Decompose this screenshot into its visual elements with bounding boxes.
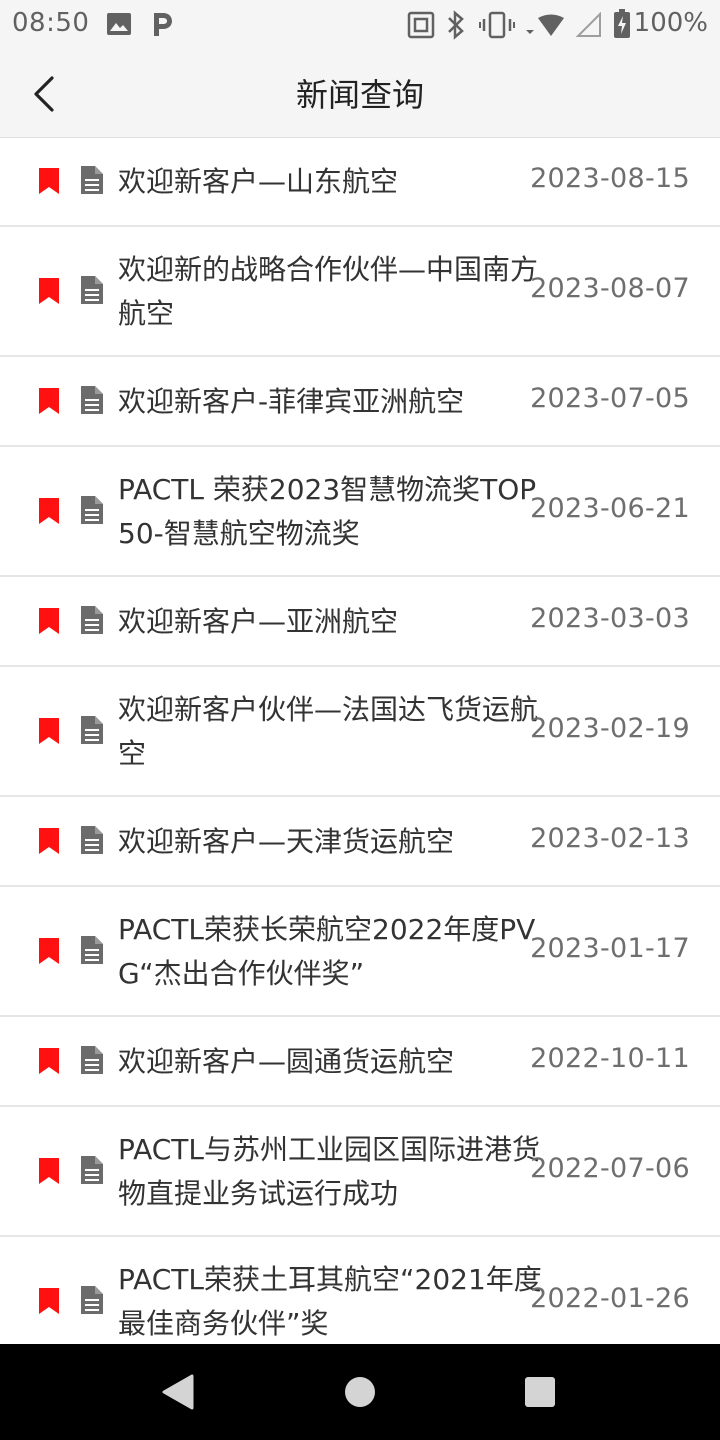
nfc-icon [407, 11, 435, 39]
news-date: 2023-01-17 [530, 933, 690, 964]
bookmark-icon [39, 388, 59, 414]
nav-recents-square-icon[interactable] [520, 1372, 560, 1412]
news-item[interactable]: 欢迎新客户—亚洲航空 2023-03-03 [0, 577, 720, 667]
document-icon [81, 166, 103, 194]
document-icon [81, 606, 103, 634]
document-icon [81, 386, 103, 414]
bookmark-icon [39, 938, 59, 964]
signal-icon [576, 12, 601, 37]
bookmark-icon [39, 828, 59, 854]
bookmark-icon [39, 1288, 59, 1314]
bookmark-icon [39, 1048, 59, 1074]
news-title: 欢迎新的战略合作伙伴—中国南方航空 [118, 253, 539, 330]
news-date: 2022-07-06 [530, 1153, 690, 1184]
page-title: 新闻查询 [295, 76, 424, 114]
news-item[interactable]: 欢迎新客户伙伴—法国达飞货运航空 2023-02-19 [0, 667, 720, 797]
news-date: 2023-03-03 [530, 603, 690, 634]
chevron-left-icon [34, 76, 54, 112]
news-date: 2023-08-15 [530, 163, 690, 194]
status-time: 08:50 [12, 8, 90, 38]
vibrate-icon [479, 11, 515, 39]
bluetooth-icon [448, 10, 464, 40]
document-icon [81, 276, 103, 304]
screen: 08:50 100% 新闻查询 欢迎新客户—山东航空 2023-08-15 欢迎… [0, 0, 720, 1440]
news-date: 2023-02-13 [530, 823, 690, 854]
document-icon [81, 1286, 103, 1314]
document-icon [81, 936, 103, 964]
battery-icon [614, 9, 630, 38]
wifi-icon [526, 14, 564, 36]
news-item[interactable]: 欢迎新的战略合作伙伴—中国南方航空 2023-08-07 [0, 227, 720, 357]
nav-home-circle-icon[interactable] [340, 1372, 380, 1412]
navigation-bar [0, 1344, 720, 1440]
battery-percentage: 100% [633, 8, 708, 38]
news-date: 2022-10-11 [530, 1043, 690, 1074]
news-item[interactable]: PACTL 荣获2023智慧物流奖TOP50-智慧航空物流奖 2023-06-21 [0, 447, 720, 577]
news-title: PACTL荣获土耳其航空“2021年度最佳商务伙伴”奖 [118, 1263, 542, 1340]
news-title: 欢迎新客户-菲律宾亚洲航空 [118, 385, 465, 418]
news-date: 2023-08-07 [530, 273, 690, 304]
document-icon [81, 496, 103, 524]
bookmark-icon [39, 498, 59, 524]
nav-back-triangle-icon[interactable] [158, 1372, 198, 1412]
news-title: PACTL荣获长荣航空2022年度PVG“杰出合作伙伴奖” [118, 913, 536, 990]
news-item[interactable]: PACTL荣获长荣航空2022年度PVG“杰出合作伙伴奖” 2023-01-17 [0, 887, 720, 1017]
news-title: 欢迎新客户伙伴—法国达飞货运航空 [118, 693, 539, 770]
status-bar: 08:50 100% [0, 0, 720, 50]
news-date: 2023-06-21 [530, 493, 690, 524]
news-item[interactable]: PACTL荣获土耳其航空“2021年度最佳商务伙伴”奖 2022-01-26 [0, 1237, 720, 1344]
p-icon [154, 13, 172, 36]
news-title: PACTL 荣获2023智慧物流奖TOP50-智慧航空物流奖 [118, 473, 537, 550]
back-button[interactable] [20, 68, 68, 118]
news-title: 欢迎新客户—天津货运航空 [118, 825, 455, 858]
bookmark-icon [39, 168, 59, 194]
document-icon [81, 716, 103, 744]
news-item[interactable]: PACTL与苏州工业园区国际进港货物直提业务试运行成功 2022-07-06 [0, 1107, 720, 1237]
news-item[interactable]: 欢迎新客户—圆通货运航空 2022-10-11 [0, 1017, 720, 1107]
bookmark-icon [39, 1158, 59, 1184]
news-date: 2022-01-26 [530, 1283, 690, 1314]
bookmark-icon [39, 608, 59, 634]
document-icon [81, 826, 103, 854]
news-list: 欢迎新客户—山东航空 2023-08-15 欢迎新的战略合作伙伴—中国南方航空 202… [0, 137, 720, 1344]
news-item[interactable]: 欢迎新客户-菲律宾亚洲航空 2023-07-05 [0, 357, 720, 447]
bookmark-icon [39, 718, 59, 744]
news-title: PACTL与苏州工业园区国际进港货物直提业务试运行成功 [118, 1133, 541, 1210]
news-title: 欢迎新客户—亚洲航空 [118, 605, 399, 638]
bookmark-icon [39, 278, 59, 304]
app-bar: 新闻查询 [0, 50, 720, 138]
document-icon [81, 1156, 103, 1184]
news-item[interactable]: 欢迎新客户—天津货运航空 2023-02-13 [0, 797, 720, 887]
document-icon [81, 1046, 103, 1074]
image-icon [107, 13, 131, 35]
news-date: 2023-02-19 [530, 713, 690, 744]
news-date: 2023-07-05 [530, 383, 690, 414]
news-item[interactable]: 欢迎新客户—山东航空 2023-08-15 [0, 137, 720, 227]
news-title: 欢迎新客户—圆通货运航空 [118, 1045, 455, 1078]
news-title: 欢迎新客户—山东航空 [118, 165, 399, 198]
